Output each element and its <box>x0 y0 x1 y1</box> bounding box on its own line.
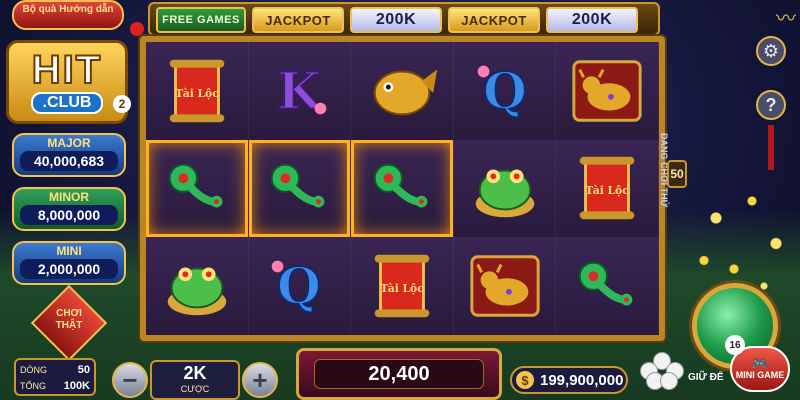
bet-value: 2K <box>183 363 207 383</box>
dollar-coin-icon: $ <box>516 371 534 389</box>
jackpot-label-2: JACKPOT <box>448 7 540 33</box>
gear-icon[interactable]: ⚙ <box>756 36 786 66</box>
plus-icon[interactable]: + <box>242 362 278 398</box>
reel-cell-jade-icon <box>351 139 454 238</box>
jackpot-minor: MINOR 8,000,000 <box>12 187 126 231</box>
reel-cell-koi-icon <box>351 42 454 140</box>
bet-box: 2K CƯỢC <box>150 360 240 400</box>
tassel-ornament <box>768 125 774 170</box>
reel-grid: Tài Lộc K Q Tài Lộc Q Tài Lộc <box>140 36 665 341</box>
bottom-bar: DÒNG 50 TỔNG 100K − 2K CƯỢC + 20,400 $ 199… <box>0 348 800 400</box>
jackpot-major-label: MAJOR <box>47 136 91 150</box>
jackpot-mini: MINI 2,000,000 <box>12 241 126 285</box>
reel-cell-scroll-icon: Tài Lộc <box>351 237 454 335</box>
bet-label: CƯỢC <box>180 384 210 394</box>
jackpot-value-2: 200K <box>546 7 638 33</box>
mini-game-label: MINI GAME <box>735 370 785 380</box>
balance-display: $ 199,900,000 <box>510 366 628 394</box>
side-lines-value: 50 <box>667 160 687 188</box>
lines-value: 50 <box>77 364 90 376</box>
question-icon[interactable]: ? <box>756 90 786 120</box>
logo-badge: 2 <box>113 95 131 113</box>
reel-cell-jade-icon <box>248 139 352 238</box>
reel-cell-toad-icon <box>146 237 249 335</box>
jackpot-minor-label: MINOR <box>49 190 89 204</box>
reel-cell-jade-icon <box>556 237 659 335</box>
win-display: 20,400 <box>296 348 502 400</box>
logo-sub: .CLUB <box>30 92 104 114</box>
jackpot-major-value: 40,000,683 <box>20 151 118 171</box>
scroll-text: Tài Lộc <box>380 282 424 295</box>
scroll-text: Tài Lộc <box>175 87 219 100</box>
lines-label: DÒNG <box>20 365 47 375</box>
reel-cell-K-icon: K <box>248 42 352 140</box>
jackpot-label-1: JACKPOT <box>252 7 344 33</box>
jackpot-mini-value: 2,000,000 <box>20 259 118 279</box>
reel-cell-scroll-icon: Tài Lộc <box>556 139 659 238</box>
lines-total-box: DÒNG 50 TỔNG 100K <box>14 358 96 396</box>
lantern-icon <box>130 22 144 36</box>
total-value: 100K <box>63 380 90 392</box>
reel-cell-Q-icon: Q <box>453 42 557 140</box>
total-label: TỔNG <box>20 381 46 391</box>
svg-text:Q: Q <box>483 60 527 120</box>
reel-cell-toad-icon <box>453 139 557 238</box>
minus-icon[interactable]: − <box>112 362 148 398</box>
jackpot-top-bar: FREE GAMES JACKPOT 200K JACKPOT 200K <box>148 2 660 36</box>
jackpot-major: MAJOR 40,000,683 <box>12 133 126 177</box>
play-real-label[interactable]: CHƠI THẬT <box>42 308 96 332</box>
logo-main: HIT <box>31 48 103 92</box>
demo-mode-label: ĐANG CHƠI THỬ <box>659 132 669 208</box>
guide-button[interactable]: Bộ quà Hướng dẫn <box>12 0 124 30</box>
svg-text:Q: Q <box>277 256 321 316</box>
auto-spin-label: GIỮ ĐỂ <box>688 372 724 383</box>
jackpot-mini-label: MINI <box>56 244 82 258</box>
scroll-text: Tài Lộc <box>585 184 629 197</box>
hitclub-logo: HIT .CLUB 2 <box>6 40 131 124</box>
gamepad-icon: 🎮 <box>751 356 769 371</box>
free-games-button[interactable]: FREE GAMES <box>156 7 246 33</box>
balance-value: 199,900,000 <box>540 371 624 389</box>
reel-cell-ox-icon <box>453 237 557 335</box>
reel-cell-scroll-icon: Tài Lộc <box>146 42 249 140</box>
mini-game-badge: 16 <box>725 335 745 355</box>
reel-cell-ox-icon <box>556 42 659 140</box>
plum-flower-icon[interactable] <box>638 352 686 392</box>
reel-cell-jade-icon <box>146 139 249 238</box>
reel-cell-Q-icon: Q <box>248 237 352 335</box>
jackpot-value-1: 200K <box>350 7 442 33</box>
win-value: 20,400 <box>314 359 484 389</box>
dragon-ornament-icon: 〰 <box>776 8 796 30</box>
jackpot-minor-value: 8,000,000 <box>20 205 118 225</box>
